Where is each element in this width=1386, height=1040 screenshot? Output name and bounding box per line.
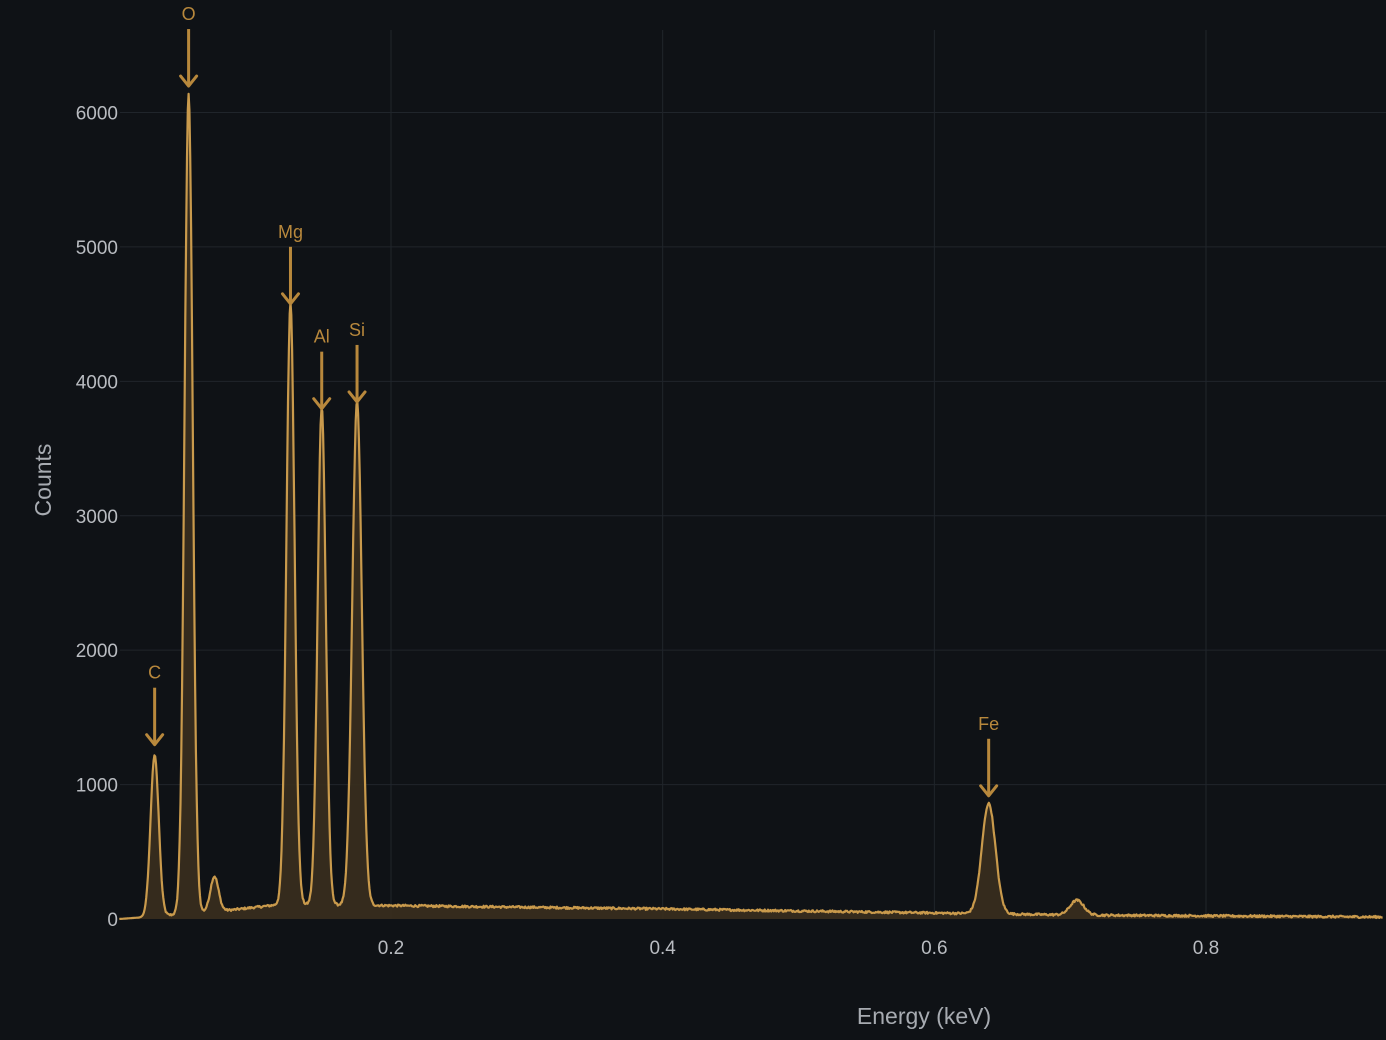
peak-label: Al bbox=[314, 327, 330, 347]
peak-label: Si bbox=[349, 320, 365, 340]
peak-label: Mg bbox=[278, 222, 303, 242]
y-tick-label: 5000 bbox=[76, 238, 118, 259]
chart-container: C O Mg Al Si Fe 0 1000 2000 3000 4000 5000 6000 0.2… bbox=[0, 0, 1386, 1040]
eds-spectrum-chart: C O Mg Al Si Fe 0 1000 2000 3000 4000 5000 6000 0.2… bbox=[0, 0, 1386, 1040]
y-tick-label: 6000 bbox=[76, 104, 118, 125]
x-tick-label: 0.2 bbox=[378, 938, 404, 959]
peak-label: Fe bbox=[978, 714, 999, 734]
y-axis-title: Counts bbox=[30, 444, 56, 517]
y-tick-label: 2000 bbox=[76, 641, 118, 662]
y-tick-label: 0 bbox=[107, 910, 118, 931]
x-tick-label: 0.4 bbox=[649, 938, 676, 959]
y-tick-label: 3000 bbox=[76, 507, 118, 528]
y-tick-label: 1000 bbox=[76, 776, 118, 797]
chart-background bbox=[0, 0, 1386, 1040]
x-tick-label: 0.6 bbox=[921, 938, 947, 959]
x-axis-title: Energy (keV) bbox=[857, 1003, 991, 1029]
peak-label: O bbox=[182, 4, 196, 24]
x-tick-label: 0.8 bbox=[1193, 938, 1219, 959]
peak-label: C bbox=[148, 663, 161, 683]
y-tick-label: 4000 bbox=[76, 372, 118, 393]
